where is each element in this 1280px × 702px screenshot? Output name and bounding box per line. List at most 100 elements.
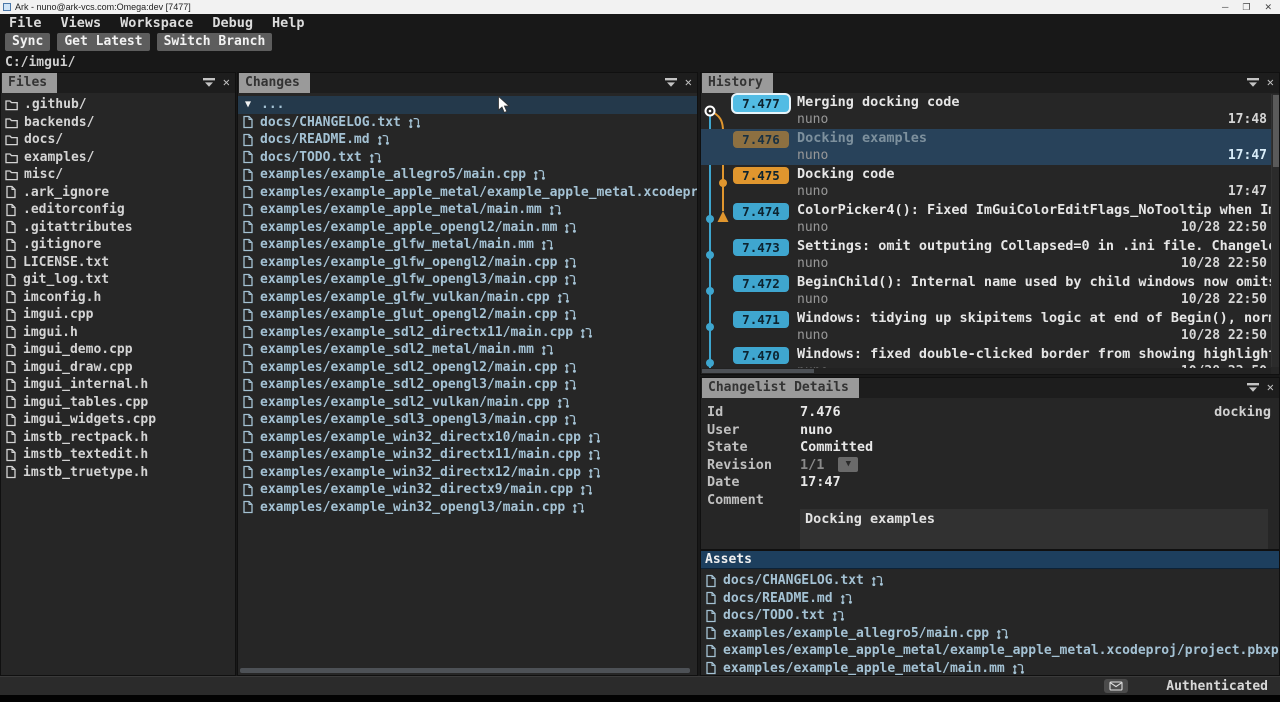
menu-item[interactable]: Debug <box>212 15 253 31</box>
changeset-time: 10/28 22:50 <box>1181 256 1279 272</box>
toolbar-button[interactable]: Sync <box>5 33 50 51</box>
file-tree-item[interactable]: imgui.cpp <box>1 306 235 324</box>
changed-file-row[interactable]: examples/example_allegro5/main.cpp <box>238 166 697 184</box>
changeset-row[interactable]: 7.474 ColorPicker4(): Fixed ImGuiColorEd… <box>701 201 1279 237</box>
changed-file-row[interactable]: examples/example_sdl2_opengl3/main.cpp <box>238 376 697 394</box>
file-tree-item[interactable]: .github/ <box>1 96 235 114</box>
close-window-button[interactable]: ✕ <box>1264 0 1272 14</box>
file-tree-item[interactable]: imstb_textedit.h <box>1 446 235 464</box>
changed-file-row[interactable]: examples/example_apple_opengl2/main.mm <box>238 219 697 237</box>
asset-row[interactable]: examples/example_apple_metal/example_app… <box>701 642 1279 660</box>
toolbar-button[interactable]: Switch Branch <box>157 33 273 51</box>
file-tree-item[interactable]: backends/ <box>1 114 235 132</box>
changed-file-row[interactable]: examples/example_glfw_opengl3/main.cpp <box>238 271 697 289</box>
scrollbar-thumb[interactable] <box>702 369 814 373</box>
file-icon <box>705 574 717 588</box>
changed-file-row[interactable]: examples/example_sdl2_metal/main.mm <box>238 341 697 359</box>
close-icon[interactable]: ✕ <box>685 76 692 88</box>
changeset-row[interactable]: 7.471 Windows: tidying up skipitems logi… <box>701 309 1279 345</box>
expander-icon[interactable]: ▼ <box>245 99 251 110</box>
close-icon[interactable]: ✕ <box>1267 381 1274 393</box>
maximize-button[interactable]: ❐ <box>1242 0 1250 14</box>
toolbar-button[interactable]: Get Latest <box>57 33 149 51</box>
menu-item[interactable]: File <box>9 15 42 31</box>
changes-hscrollbar <box>240 668 695 673</box>
changed-file-row[interactable]: examples/example_apple_metal/main.mm <box>238 201 697 219</box>
file-tree-item[interactable]: docs/ <box>1 131 235 149</box>
menu-item[interactable]: Help <box>272 15 305 31</box>
comment-box[interactable]: Docking examples <box>800 509 1268 550</box>
asset-row[interactable]: docs/TODO.txt <box>701 607 1279 625</box>
tab-changes[interactable]: Changes <box>239 73 310 93</box>
minimize-button[interactable]: ─ <box>1222 0 1228 14</box>
file-tree-item[interactable]: imgui_draw.cpp <box>1 359 235 377</box>
assets-header: Assets <box>701 551 1279 569</box>
file-tree-item[interactable]: LICENSE.txt <box>1 254 235 272</box>
changed-file-row[interactable]: examples/example_win32_directx12/main.cp… <box>238 464 697 482</box>
filter-icon[interactable] <box>665 78 677 87</box>
changed-file-row[interactable]: docs/README.md <box>238 131 697 149</box>
close-icon[interactable]: ✕ <box>223 76 230 88</box>
file-tree-item[interactable]: imgui_internal.h <box>1 376 235 394</box>
file-tree-item[interactable]: imconfig.h <box>1 289 235 307</box>
file-tree-item[interactable]: .gitattributes <box>1 219 235 237</box>
tab-changelist-details[interactable]: Changelist Details <box>702 378 859 398</box>
window-title: Ark - nuno@ark-vcs.com:Omega:dev [7477] <box>15 2 191 12</box>
changed-file-path: examples/example_sdl3_opengl3/main.cpp <box>260 412 557 427</box>
file-tree-item[interactable]: .gitignore <box>1 236 235 254</box>
changeset-title: ColorPicker4(): Fixed ImGuiColorEditFlag… <box>797 201 1279 220</box>
scrollbar-thumb[interactable] <box>1273 95 1279 167</box>
file-tree-item[interactable]: .editorconfig <box>1 201 235 219</box>
changeset-row[interactable]: 7.476 Docking examples nuno 17:47 <box>701 129 1279 165</box>
file-tree-item[interactable]: .ark_ignore <box>1 184 235 202</box>
tab-history[interactable]: History <box>702 73 773 93</box>
file-tree-item[interactable]: imgui_widgets.cpp <box>1 411 235 429</box>
asset-row[interactable]: examples/example_apple_metal/main.mm <box>701 660 1279 677</box>
filter-icon[interactable] <box>203 78 215 87</box>
scrollbar-thumb[interactable] <box>240 668 690 673</box>
file-tree-item[interactable]: imgui_tables.cpp <box>1 394 235 412</box>
changed-file-row[interactable]: examples/example_glfw_metal/main.mm <box>238 236 697 254</box>
changeset-row[interactable]: 7.473 Settings: omit outputing Collapsed… <box>701 237 1279 273</box>
changed-file-row[interactable]: docs/CHANGELOG.txt <box>238 114 697 132</box>
changed-file-row[interactable]: examples/example_glfw_vulkan/main.cpp <box>238 289 697 307</box>
moved-icon <box>871 574 884 587</box>
menu-item[interactable]: Workspace <box>120 15 193 31</box>
envelope-icon <box>1109 681 1123 692</box>
mail-button[interactable] <box>1104 679 1128 693</box>
asset-row[interactable]: docs/CHANGELOG.txt <box>701 572 1279 590</box>
file-tree-item[interactable]: imgui_demo.cpp <box>1 341 235 359</box>
filter-icon[interactable] <box>1247 78 1259 87</box>
tab-files[interactable]: Files <box>2 73 57 93</box>
changed-file-row[interactable]: examples/example_sdl2_vulkan/main.cpp <box>238 394 697 412</box>
changed-file-row[interactable]: examples/example_glfw_opengl2/main.cpp <box>238 254 697 272</box>
changed-file-row[interactable]: examples/example_glut_opengl2/main.cpp <box>238 306 697 324</box>
file-tree-item[interactable]: examples/ <box>1 149 235 167</box>
changed-file-row[interactable]: examples/example_sdl2_directx11/main.cpp <box>238 324 697 342</box>
asset-row[interactable]: docs/README.md <box>701 590 1279 608</box>
changeset-row[interactable]: 7.475 Docking code nuno 17:47 <box>701 165 1279 201</box>
filter-icon[interactable] <box>1247 383 1259 392</box>
file-tree-item[interactable]: misc/ <box>1 166 235 184</box>
changeset-row[interactable]: 7.472 BeginChild(): Internal name used b… <box>701 273 1279 309</box>
app-icon <box>3 3 11 11</box>
menu-item[interactable]: Views <box>61 15 102 31</box>
file-tree-item[interactable]: imgui.h <box>1 324 235 342</box>
changed-file-row[interactable]: examples/example_apple_metal/example_app… <box>238 184 697 202</box>
asset-row[interactable]: examples/example_allegro5/main.cpp <box>701 625 1279 643</box>
changed-file-row[interactable]: examples/example_win32_opengl3/main.cpp <box>238 499 697 517</box>
file-icon <box>5 308 17 322</box>
changed-file-row[interactable]: examples/example_sdl2_opengl2/main.cpp <box>238 359 697 377</box>
changed-file-row[interactable]: examples/example_win32_directx11/main.cp… <box>238 446 697 464</box>
file-tree-item[interactable]: git_log.txt <box>1 271 235 289</box>
close-icon[interactable]: ✕ <box>1267 76 1274 88</box>
changed-file-row[interactable]: examples/example_win32_directx10/main.cp… <box>238 429 697 447</box>
file-tree-item[interactable]: imstb_truetype.h <box>1 464 235 482</box>
file-tree-item[interactable]: imstb_rectpack.h <box>1 429 235 447</box>
changed-file-row[interactable]: examples/example_sdl3_opengl3/main.cpp <box>238 411 697 429</box>
revision-dropdown-button[interactable]: ▼ <box>838 457 858 472</box>
changed-file-row[interactable]: examples/example_win32_directx9/main.cpp <box>238 481 697 499</box>
changed-file-row[interactable]: docs/TODO.txt <box>238 149 697 167</box>
changes-group-row[interactable]: ▼ ... <box>238 96 697 114</box>
changeset-row[interactable]: 7.477 Merging docking code nuno 17:48 <box>701 93 1279 129</box>
